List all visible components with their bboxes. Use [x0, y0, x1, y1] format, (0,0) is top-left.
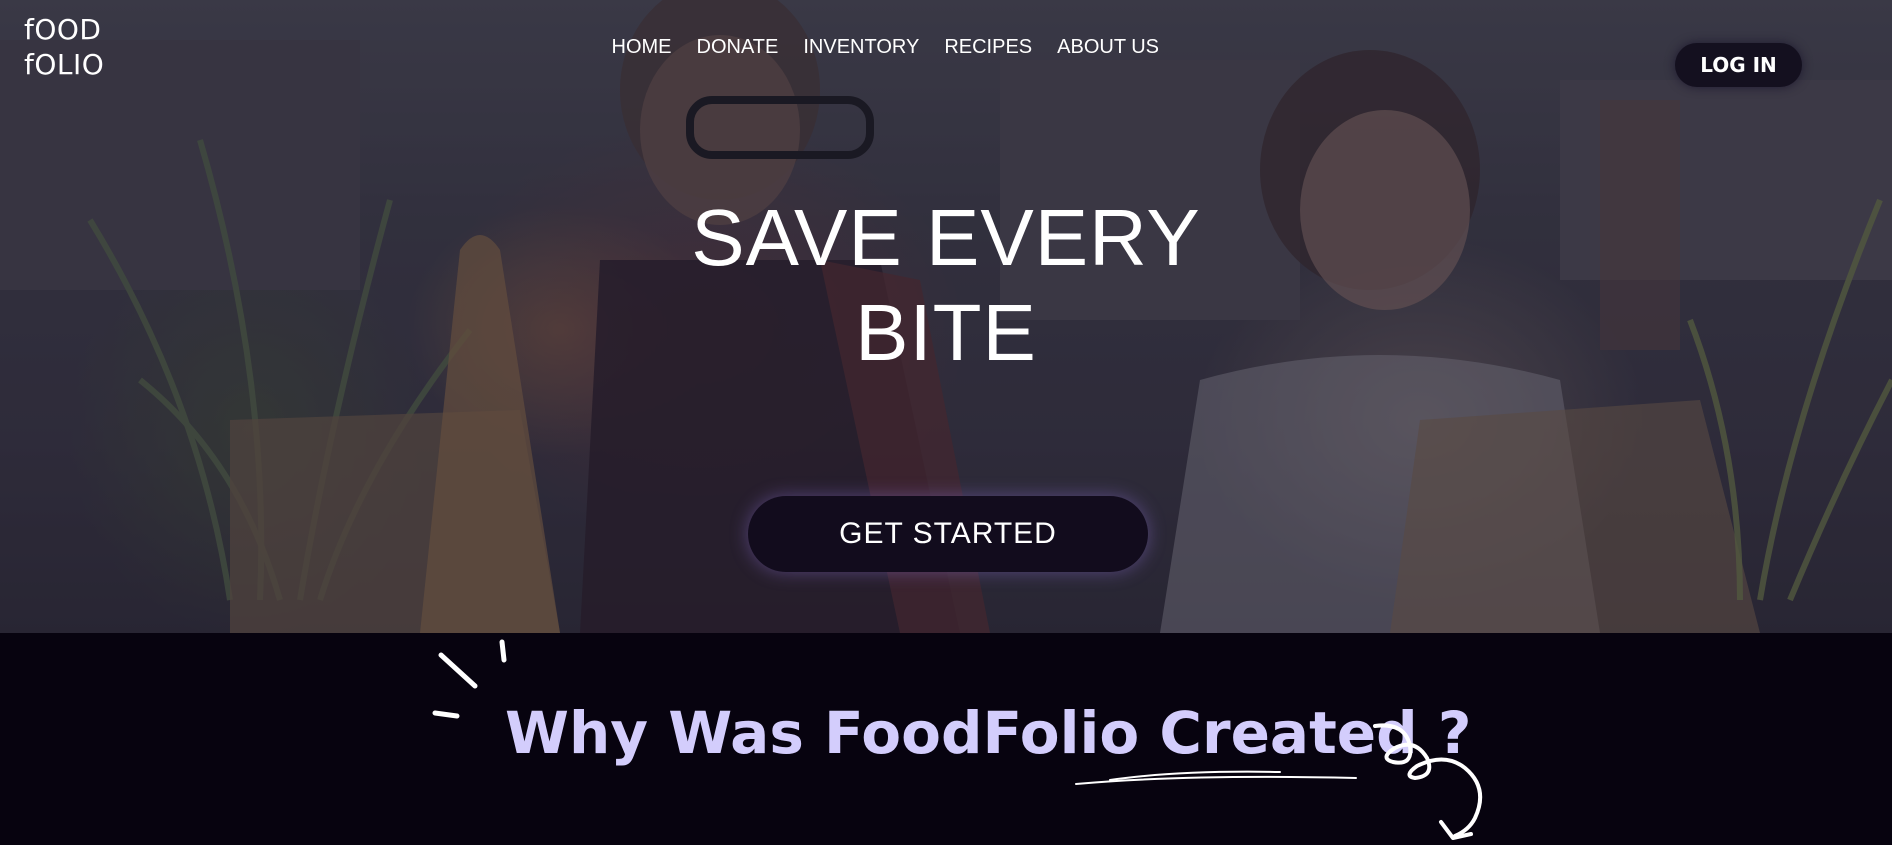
- why-section-heading: Why Was FoodFolio Created ?: [505, 699, 1472, 767]
- nav-item-home[interactable]: HOME: [599, 34, 684, 60]
- nav-item-inventory[interactable]: INVENTORY: [791, 34, 932, 60]
- main-nav: HOME DONATE INVENTORY RECIPES ABOUT US: [599, 34, 1172, 60]
- underline-doodle-icon: [1075, 770, 1357, 785]
- hero-title: SAVE EVERY BITE: [646, 190, 1246, 380]
- hero-title-line-1: SAVE EVERY: [691, 193, 1201, 282]
- hero-section: fOOD fOLIO HOME DONATE INVENTORY RECIPES…: [0, 0, 1892, 633]
- foodfolio-logo[interactable]: fOOD fOLIO: [24, 12, 104, 82]
- logo-line-2: fOLIO: [24, 48, 105, 81]
- logo-line-1: fOOD: [24, 13, 102, 46]
- nav-item-donate[interactable]: DONATE: [684, 34, 791, 60]
- hero-title-line-2: BITE: [855, 288, 1037, 377]
- nav-item-about-us[interactable]: ABOUT US: [1045, 34, 1172, 60]
- get-started-button[interactable]: GET STARTED: [748, 496, 1148, 572]
- login-button[interactable]: LOG IN: [1675, 43, 1802, 87]
- nav-item-recipes[interactable]: RECIPES: [932, 34, 1045, 60]
- curly-arrow-icon: [1373, 723, 1483, 840]
